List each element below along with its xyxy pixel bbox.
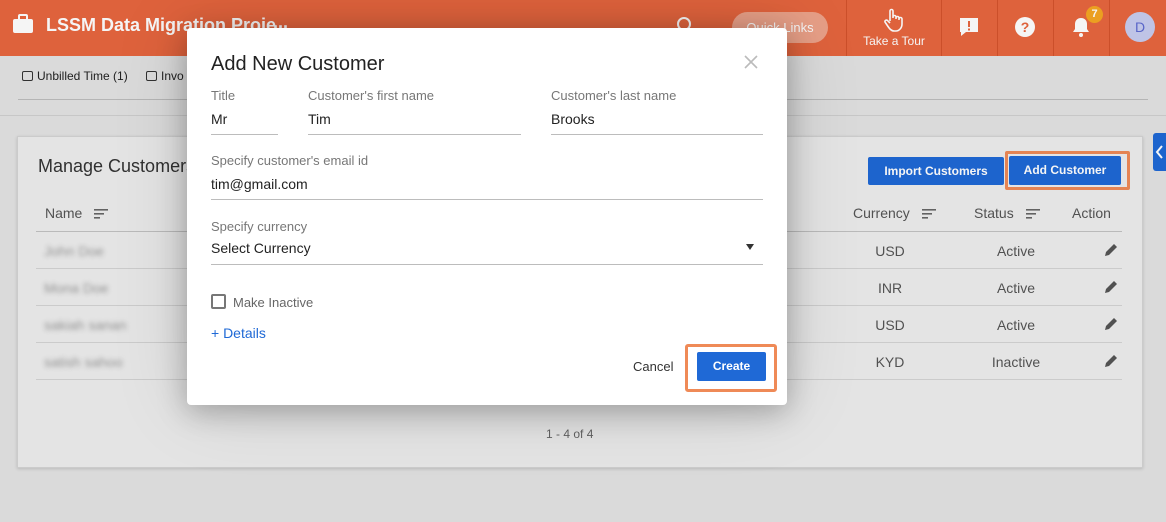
dialog-title: Add New Customer — [211, 53, 385, 75]
cancel-button[interactable]: Cancel — [633, 359, 673, 374]
last-name-field[interactable]: Brooks — [551, 111, 595, 127]
last-name-underline — [551, 134, 763, 135]
make-inactive-checkbox[interactable] — [211, 294, 226, 309]
make-inactive-label[interactable]: Make Inactive — [233, 295, 313, 310]
add-customer-dialog: Add New Customer Title Mr Customer's fir… — [187, 28, 787, 405]
email-underline — [211, 199, 763, 200]
dropdown-arrow-icon[interactable] — [746, 244, 754, 250]
email-field[interactable]: tim@gmail.com — [211, 176, 308, 192]
title-field-underline — [211, 134, 278, 135]
first-name-field[interactable]: Tim — [308, 111, 331, 127]
currency-underline — [211, 264, 763, 265]
close-icon[interactable] — [743, 54, 759, 70]
currency-label: Specify currency — [211, 219, 308, 234]
first-name-label: Customer's first name — [308, 88, 435, 103]
create-button[interactable]: Create — [697, 352, 766, 381]
title-field[interactable]: Mr — [211, 111, 227, 127]
details-link[interactable]: + Details — [211, 325, 266, 341]
first-name-underline — [308, 134, 521, 135]
currency-select[interactable]: Select Currency — [211, 240, 311, 256]
last-name-label: Customer's last name — [551, 88, 677, 103]
email-label: Specify customer's email id — [211, 153, 369, 168]
title-label: Title — [211, 88, 236, 103]
